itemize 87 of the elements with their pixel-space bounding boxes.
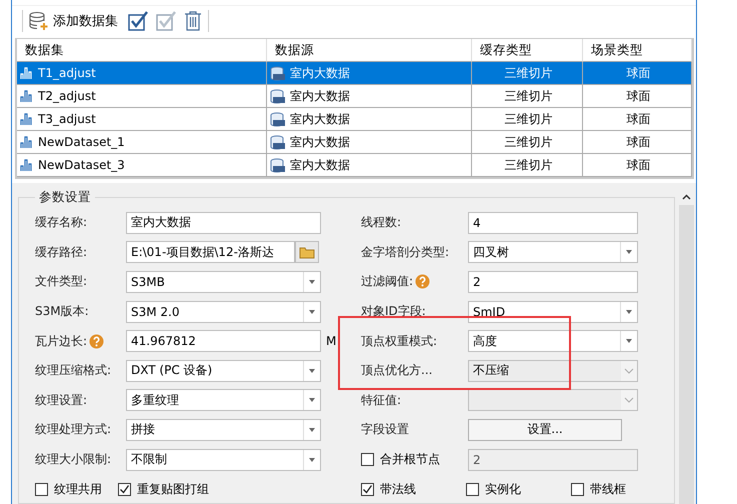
table-cell: 三维切片 — [472, 154, 583, 177]
column-header[interactable]: 场景类型 — [583, 39, 692, 62]
group-title: 参数设置 — [38, 189, 92, 206]
database-add-icon — [29, 11, 49, 31]
dropdown[interactable]: SmID — [468, 300, 638, 323]
field-label: 金字塔剖分类型: — [361, 244, 450, 261]
caret-icon — [626, 310, 632, 314]
dataset-icon — [20, 112, 34, 126]
dataset-icon — [20, 135, 34, 149]
field-label: 纹理处理方式: — [35, 421, 112, 438]
settings-button[interactable]: 设置... — [468, 418, 622, 441]
dropdown[interactable]: 拼接 — [126, 418, 321, 441]
table-row[interactable]: T3_adjust 室内大数据 三维切片 球面 — [17, 108, 692, 131]
database-icon — [270, 112, 286, 126]
text-field[interactable]: 2 — [468, 270, 638, 293]
field-label: 字段设置 — [361, 421, 410, 438]
caret-icon — [309, 280, 315, 284]
scroll-up-icon — [682, 194, 691, 200]
scrollbar[interactable] — [679, 189, 694, 504]
column-header[interactable]: 数据集 — [17, 39, 267, 62]
caret-icon — [309, 368, 315, 373]
folder-icon — [299, 246, 315, 259]
database-icon — [270, 88, 286, 104]
column-header[interactable]: 缓存类型 — [472, 39, 583, 62]
checkbox[interactable]: 带法线 — [361, 480, 416, 498]
unit-label: M — [326, 334, 336, 348]
field-label: 特征值: — [361, 392, 402, 409]
dropdown[interactable]: 不限制 — [126, 448, 321, 471]
field-label: 纹理大小限制: — [35, 451, 112, 468]
field-label: 瓦片边长: — [35, 332, 126, 350]
checkbox-icon — [156, 11, 178, 31]
database-icon — [270, 158, 286, 172]
caret-icon — [309, 458, 315, 462]
path-field[interactable]: E:\01-项目数据\12-洛斯达 — [126, 241, 295, 264]
field-label: 顶点优化方... — [361, 362, 434, 380]
column-header[interactable]: 数据源 — [267, 39, 472, 62]
checkmark-icon — [362, 484, 373, 495]
field-label: 缓存名称: — [35, 214, 88, 232]
dropdown[interactable]: DXT (PC 设备) — [126, 360, 321, 382]
text-field[interactable]: 41.967812 — [126, 330, 321, 352]
field-label: 文件类型: — [35, 273, 88, 290]
field-label: 顶点权重模式: — [361, 332, 438, 350]
caret-icon — [626, 250, 632, 254]
table-row[interactable]: NewDataset_1 室内大数据 三维切片 球面 — [17, 131, 692, 154]
text-field[interactable]: 室内大数据 — [126, 212, 321, 234]
field-label: 纹理压缩格式: — [35, 362, 112, 380]
field-label: S3M版本: — [35, 303, 90, 320]
table-cell: 室内大数据 — [267, 154, 472, 177]
deselect-button[interactable] — [156, 11, 178, 31]
dropdown[interactable]: S3M 2.0 — [126, 300, 321, 323]
trash-icon — [184, 11, 202, 31]
dataset-icon — [20, 158, 34, 172]
chevron-icon — [624, 397, 634, 404]
dropdown[interactable]: S3MB — [126, 270, 321, 293]
table-cell: 球面 — [583, 154, 692, 177]
caret-icon — [309, 398, 315, 402]
checkbox[interactable]: 实例化 — [466, 480, 521, 498]
checkbox[interactable]: 带线框 — [571, 480, 626, 498]
field-label: 线程数: — [361, 214, 402, 232]
checkbox[interactable]: 重复贴图打组 — [118, 480, 209, 498]
add-dataset-button[interactable]: 添加数据集 — [29, 11, 122, 31]
dataset-icon — [20, 89, 34, 103]
database-icon — [270, 134, 286, 150]
caret-icon — [309, 428, 315, 432]
field-label: 对象ID字段: — [361, 303, 427, 320]
delete-button[interactable] — [184, 11, 202, 31]
checkbox[interactable]: 纹理共用 — [35, 480, 102, 498]
chevron-icon — [624, 368, 634, 374]
browse-button[interactable] — [295, 241, 319, 264]
checkmark-icon — [119, 484, 130, 495]
caret-icon — [309, 310, 315, 314]
table-row[interactable]: T2_adjust 室内大数据 三维切片 球面 — [17, 85, 692, 108]
database-icon — [270, 66, 286, 80]
field-label: 过滤阈值: — [361, 273, 468, 290]
dataset-icon — [20, 66, 34, 80]
dropdown[interactable]: 四叉树 — [468, 241, 638, 264]
table-cell: NewDataset_3 — [17, 154, 267, 177]
caret-icon — [626, 339, 632, 344]
table-row[interactable]: NewDataset_3 室内大数据 三维切片 球面 — [17, 154, 692, 177]
table-row[interactable]: T1_adjust 室内大数据 三维切片 球面 — [17, 62, 692, 85]
field-label: 缓存路径: — [35, 244, 88, 261]
dropdown[interactable]: 多重纹理 — [126, 389, 321, 412]
text-field[interactable]: 4 — [468, 212, 638, 234]
select-all-button[interactable] — [128, 11, 150, 31]
checkbox-icon — [128, 11, 150, 31]
field-label: 纹理设置: — [35, 392, 88, 409]
dropdown[interactable]: 高度 — [468, 330, 638, 352]
